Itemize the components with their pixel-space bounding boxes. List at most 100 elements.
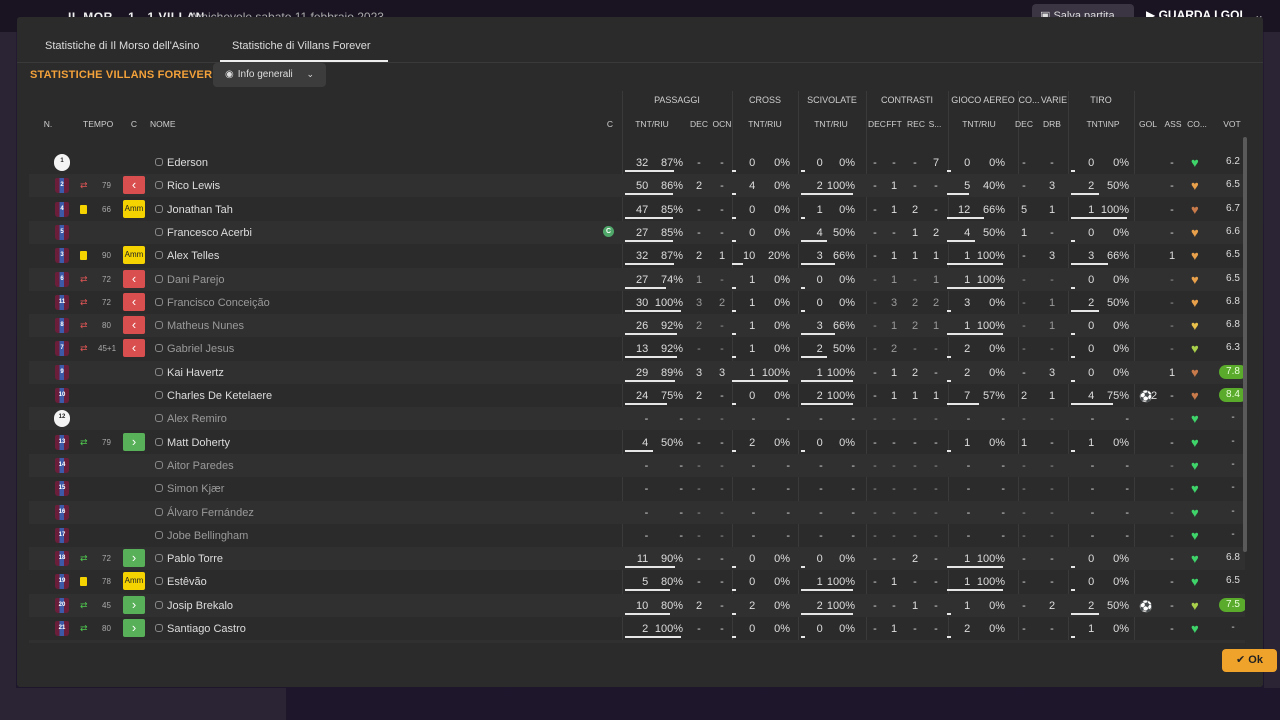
table-row[interactable]: 10 Charles De Ketelaere 24 75% 2-0 0% 2 100% -1 1… [29,384,1245,407]
player-name[interactable]: Santiago Castro [167,623,246,635]
tackles-pct: 66% [832,250,855,263]
table-row[interactable]: 14 Aitor Paredes - - - - - - - - - - - - - - - - - - - ♥ - [29,453,1245,477]
table-row[interactable]: 6 ⇄ 72 ‹ Dani Parejo 27 74% 1-1 0% 0 0% -1-1 1 100% - -… [29,267,1245,291]
info-dropdown[interactable]: ◉ Info generali ⌄ [213,63,326,87]
aerial-bar [947,333,1003,336]
column-header: TEMPO [83,119,114,129]
player-name[interactable]: Aitor Paredes [167,460,234,472]
player-name[interactable]: Matheus Nunes [167,320,244,332]
subbed-on-button[interactable]: › [123,432,145,451]
dribbles: 3 [1048,180,1056,193]
assists: - [1170,599,1174,612]
tackles-decisive: - [873,343,877,356]
tackles-attempts: - [819,529,823,542]
player-name[interactable]: Jonathan Tah [167,204,233,216]
subbed-on-button[interactable]: › [123,595,145,614]
table-row[interactable]: 8 ⇄ 80 ‹ Matheus Nunes 26 92% 2-1 0% 3 66% -1 2 1 1 100… [29,314,1245,338]
recoveries: 2 [911,296,919,309]
shots-bar [1071,449,1075,452]
passes-pct: 100% [654,623,683,635]
table-row[interactable]: 19 78 Amm Estêvão 5 80% - -0 0% 1 100% -1- -1 100% - -0… [29,570,1245,593]
player-name[interactable]: Alex Telles [167,250,219,262]
crosses-pct: 0% [774,296,790,309]
crosses-bar [732,612,736,615]
player-name[interactable]: Pablo Torre [167,553,223,565]
table-row[interactable]: 17 Jobe Bellingham - - - - - - - - - - - - - - - - - - - ♥ - [29,524,1245,547]
player-name[interactable]: Charles De Ketelaere [167,390,272,402]
shots-pct: 0% [1113,320,1129,333]
shots-attempts: 0 [1088,366,1095,379]
minutes-played: 45+1 [98,344,117,354]
substitution-in-icon: ⇄ [80,623,88,633]
crosses-pct: - [786,529,790,542]
player-name[interactable]: Dani Parejo [167,274,224,286]
tackles-bar [801,566,805,569]
player-name[interactable]: Francesco Acerbi [167,227,252,239]
subbed-on-button[interactable]: › [123,619,145,637]
table-row[interactable]: 9 Kai Havertz 29 89% 3 3 1 100% 1 100% -1 2-2 0% -3 0 0… [29,360,1245,384]
tab-away-stats[interactable]: Statistiche di Villans Forever [220,40,388,62]
player-name[interactable]: Rico Lewis [167,180,220,192]
subbed-off-button[interactable]: ‹ [123,339,145,358]
table-row[interactable]: 22Agustín Ruberto-------------------♥- [29,640,1245,643]
subbed-off-button[interactable]: ‹ [123,316,145,335]
passes-chances: - [720,226,724,239]
player-icon [154,251,163,260]
aerial-pct: 0% [989,296,1005,309]
subbed-off-button[interactable]: ‹ [123,269,145,288]
shots-pct: 50% [1106,180,1129,193]
player-name[interactable]: Simon Kjær [167,483,224,495]
dribbles: - [1050,623,1054,635]
player-icon [154,204,163,214]
player-name[interactable]: Jobe Bellingham [167,530,248,542]
player-name[interactable]: Estêvão [167,576,207,588]
player-name[interactable]: Francisco Conceição [167,297,270,309]
crosses-pct: 0% [774,390,790,402]
table-row[interactable]: 7 ⇄ 45+1 ‹ Gabriel Jesus 13 92% - -1 0% 2 50% -2- -2 0… [29,337,1245,360]
table-row[interactable]: 13 ⇄ 79 › Matt Doherty 4 50% - - 2 0% 0 0% - - - - 1 0% 1 - 1… [29,431,1245,454]
player-name[interactable]: Kai Havertz [167,367,224,379]
column-header: CO... [1187,119,1207,129]
player-name[interactable]: Álvaro Fernández [167,507,254,519]
aerial-attempts: 1 [964,320,971,333]
clearances-decisive: 5 [1020,203,1028,216]
player-name[interactable]: Alex Remiro [167,413,227,425]
player-name[interactable]: Ederson [167,157,208,169]
ok-button[interactable]: ✔ Ok [1222,649,1277,672]
fouls: - [892,436,896,449]
tab-home-stats[interactable]: Statistiche di Il Morso dell'Asino [45,40,215,62]
passes-pct: 80% [660,599,683,612]
player-name[interactable]: Gabriel Jesus [167,343,234,355]
table-row[interactable]: 20 ⇄ 45 › Josip Brekalo 10 80% 2-2 0% 2 100% - -1-1 0… [29,593,1245,617]
tackles-bar [801,263,835,266]
table-row[interactable]: 4 66 Amm Jonathan Tah 47 85% - -0 0% 1 0% -1 2-12 66%… [29,198,1245,221]
table-row[interactable]: 3 90 Amm Alex Telles 32 87% 2 1 10 20% 3 66% -1 1 1 1 10… [29,244,1245,267]
player-icon [154,437,163,447]
fouls: - [892,226,896,239]
table-scrollbar[interactable] [1243,137,1247,552]
subbed-off-button[interactable]: ‹ [123,176,145,195]
table-row[interactable]: 12 Alex Remiro - - - - - - - - - - - - - - - - - - - ♥ - [29,407,1245,431]
player-rating: 6.5 [1226,179,1240,191]
shots-bar [1071,263,1108,266]
fouls: - [892,553,896,566]
shirt-number: 14 [55,457,69,473]
passes-chances: - [720,576,724,589]
table-row[interactable]: 21 ⇄ 80 › Santiago Castro 2 100% - - 0 0% 0 0% - 1 - - 2 0… [29,617,1245,640]
crosses-pct: - [786,413,790,426]
subbed-on-button[interactable]: › [123,549,145,568]
table-row[interactable]: 1 Ederson 32 87% - - 0 0% 0 0% - - - 7 0 0% - - 0 0% - ♥ 6.2 [29,151,1245,174]
table-row[interactable]: 15 Simon Kjær - - - - - - - - - - - - - - - - - - - ♥ - [29,477,1245,500]
table-row[interactable]: 18 ⇄ 72 › Pablo Torre 11 90% - - 0 0% 0 0% - - 2 - 1 100% -… [29,547,1245,571]
fouls: - [892,413,896,426]
table-row[interactable]: 11 ⇄ 72 ‹ Francisco Conceição 30 100% 3 2 1 0% 0 0% -… [29,291,1245,314]
table-row[interactable]: 2 ⇄ 79 ‹ Rico Lewis 50 86% 2-4 0% 2 100% -1- -5 40% -3… [29,174,1245,198]
player-name[interactable]: Matt Doherty [167,437,230,449]
table-row[interactable]: 5 Francesco Acerbi C 27 85% - -0 0% 4 50% - -1 2 4 50%… [29,220,1245,244]
tackles-decisive: - [873,413,877,426]
player-name[interactable]: Josip Brekalo [167,600,233,612]
subbed-off-button[interactable]: ‹ [123,292,145,311]
tackles-attempts: - [819,459,823,472]
table-row[interactable]: 16 Álvaro Fernández - - - - - - - - - - - - - - - - - - - ♥ - [29,500,1245,524]
passes-attempts: 4 [642,436,649,449]
